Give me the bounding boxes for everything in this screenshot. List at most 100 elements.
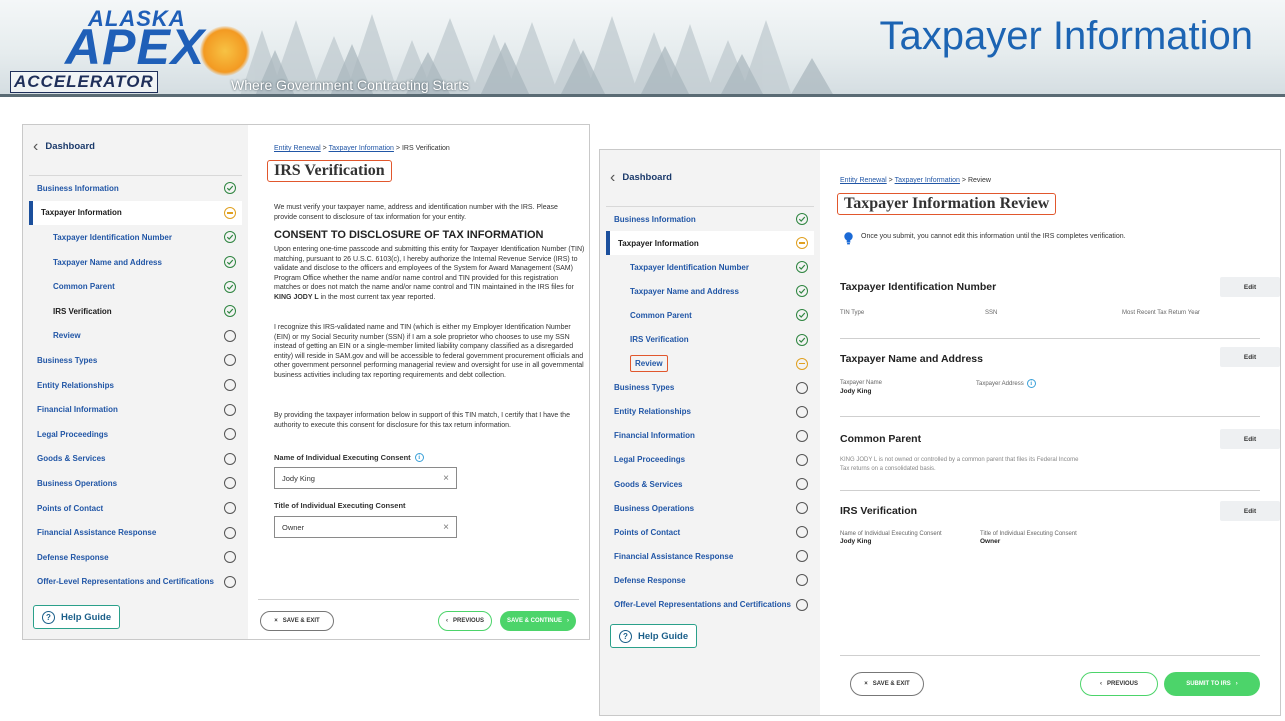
sidebar-item-irs-verification[interactable]: IRS Verification: [606, 327, 814, 351]
irs-consent-title-label: Title of Individual Executing Consent: [980, 531, 1077, 537]
left-main-content: Entity Renewal > Taxpayer Information > …: [248, 125, 589, 639]
irs-consent-name-value: Jody King: [840, 538, 872, 545]
sidebar-item-taxpayer-information[interactable]: Taxpayer Information: [606, 231, 814, 256]
consent-paragraph-2: I recognize this IRS-validated name and …: [274, 324, 584, 379]
empty-circle-icon: [224, 526, 236, 539]
sidebar-item-goods-services[interactable]: Goods & Services: [29, 447, 242, 472]
sidebar-item-offer-level-representations-and-certifications[interactable]: Offer-Level Representations and Certific…: [29, 570, 242, 595]
clear-icon[interactable]: ×: [443, 522, 449, 533]
consent-name-input[interactable]: Jody King ×: [274, 467, 457, 489]
irs-verification-heading: IRS Verification: [840, 505, 918, 517]
page-title: IRS Verification: [267, 160, 392, 182]
save-exit-label: SAVE & EXIT: [872, 681, 910, 687]
submit-to-irs-button[interactable]: SUBMIT TO IRS ›: [1164, 672, 1260, 696]
sidebar-item-legal-proceedings[interactable]: Legal Proceedings: [29, 422, 242, 447]
right-main-content: Entity Renewal > Taxpayer Information > …: [820, 150, 1280, 715]
sidebar-item-business-information[interactable]: Business Information: [606, 207, 814, 231]
check-circle-icon: [224, 256, 236, 269]
clear-icon[interactable]: ×: [443, 473, 449, 484]
previous-button[interactable]: ‹ PREVIOUS: [1080, 672, 1158, 696]
sidebar-item-defense-response[interactable]: Defense Response: [606, 568, 814, 592]
sidebar-item-financial-assistance-response[interactable]: Financial Assistance Response: [29, 520, 242, 545]
edit-name-address-button[interactable]: Edit: [1220, 347, 1280, 367]
sidebar-item-label: Financial Assistance Response: [37, 528, 157, 538]
sidebar-item-label: Common Parent: [630, 310, 692, 320]
tin-section-heading: Taxpayer Identification Number: [840, 281, 997, 293]
sidebar-item-taxpayer-information[interactable]: Taxpayer Information: [29, 200, 242, 226]
sidebar-item-common-parent[interactable]: Common Parent: [29, 274, 242, 299]
dashboard-back-link[interactable]: ‹ Dashboard: [33, 138, 95, 154]
edit-irs-verification-button[interactable]: Edit: [1220, 501, 1280, 521]
sidebar-item-points-of-contact[interactable]: Points of Contact: [29, 496, 242, 521]
consent-text: Upon entering one-time passcode and subm…: [274, 246, 585, 292]
submit-notice: Once you submit, you cannot edit this in…: [844, 232, 1154, 245]
breadcrumb-taxpayer-information[interactable]: Taxpayer Information: [895, 177, 960, 184]
chevron-left-icon: ‹: [445, 618, 448, 624]
tin-type-label: TIN Type: [840, 310, 865, 316]
taxpayer-review-screenshot: ‹ Dashboard Business Information Taxpayer…: [599, 149, 1281, 716]
dashboard-back-link[interactable]: ‹ Dashboard: [610, 169, 672, 185]
apex-accelerator-logo: ALASKA APEX ACCELERATOR: [10, 6, 250, 93]
logo-apex-text: APEX: [65, 19, 206, 75]
empty-circle-icon: [224, 551, 236, 564]
sidebar-item-business-operations[interactable]: Business Operations: [606, 496, 814, 520]
footer-divider: [840, 655, 1260, 656]
sidebar-item-financial-information[interactable]: Financial Information: [606, 424, 814, 448]
sidebar-item-review[interactable]: Review: [29, 324, 242, 349]
save-continue-button[interactable]: SAVE & CONTINUE ›: [500, 611, 576, 631]
help-guide-button[interactable]: ? Help Guide: [33, 605, 121, 629]
breadcrumb-current: Review: [967, 177, 991, 184]
sidebar-item-taxpayer-identification-number[interactable]: Taxpayer Identification Number: [606, 255, 814, 279]
edit-tin-button[interactable]: Edit: [1220, 277, 1280, 297]
sidebar-item-label: Financial Assistance Response: [614, 551, 734, 561]
sidebar-item-entity-relationships[interactable]: Entity Relationships: [29, 373, 242, 398]
info-icon[interactable]: i: [414, 453, 424, 462]
close-icon: ×: [864, 681, 868, 687]
sidebar-item-taxpayer-name-and-address[interactable]: Taxpayer Name and Address: [29, 250, 242, 275]
previous-button[interactable]: ‹ PREVIOUS: [438, 611, 492, 631]
info-icon[interactable]: i: [1026, 379, 1036, 388]
sidebar-item-business-types[interactable]: Business Types: [29, 348, 242, 373]
sidebar-item-business-information[interactable]: Business Information: [29, 176, 242, 201]
sidebar-item-points-of-contact[interactable]: Points of Contact: [606, 520, 814, 544]
breadcrumb-entity-renewal[interactable]: Entity Renewal: [274, 145, 321, 152]
intro-text: We must verify your taxpayer name, addre…: [274, 204, 558, 221]
sidebar-item-financial-assistance-response[interactable]: Financial Assistance Response: [606, 544, 814, 568]
breadcrumb-separator: >: [322, 145, 327, 152]
save-exit-button[interactable]: × SAVE & EXIT: [260, 611, 334, 631]
empty-circle-icon: [224, 354, 236, 367]
sidebar-item-business-operations[interactable]: Business Operations: [29, 471, 242, 496]
sidebar-item-financial-information[interactable]: Financial Information: [29, 397, 242, 422]
sidebar-item-goods-services[interactable]: Goods & Services: [606, 472, 814, 496]
taxpayer-name-value: Jody King: [840, 388, 872, 395]
sidebar-item-irs-verification[interactable]: IRS Verification: [29, 299, 242, 324]
check-circle-icon: [796, 261, 808, 274]
banner-divider: [0, 94, 1285, 97]
previous-label: PREVIOUS: [1106, 681, 1138, 687]
dashboard-label: Dashboard: [622, 172, 672, 183]
sidebar-item-entity-relationships[interactable]: Entity Relationships: [606, 400, 814, 424]
breadcrumb-taxpayer-information[interactable]: Taxpayer Information: [329, 145, 394, 152]
help-guide-button[interactable]: ? Help Guide: [610, 624, 698, 648]
save-exit-button[interactable]: × SAVE & EXIT: [850, 672, 924, 696]
sidebar-item-legal-proceedings[interactable]: Legal Proceedings: [606, 448, 814, 472]
sidebar-item-review[interactable]: Review: [606, 352, 814, 376]
breadcrumb-entity-renewal[interactable]: Entity Renewal: [840, 177, 887, 184]
save-continue-label: SAVE & CONTINUE: [507, 618, 562, 624]
sidebar-item-taxpayer-name-and-address[interactable]: Taxpayer Name and Address: [606, 279, 814, 303]
sidebar-item-taxpayer-identification-number[interactable]: Taxpayer Identification Number: [29, 225, 242, 250]
common-parent-heading: Common Parent: [840, 433, 922, 445]
edit-common-parent-button[interactable]: Edit: [1220, 429, 1280, 449]
sidebar-item-common-parent[interactable]: Common Parent: [606, 303, 814, 327]
right-nav-list: Business Information Taxpayer Information…: [606, 206, 814, 617]
sidebar-item-offer-level-representations-and-certifications[interactable]: Offer-Level Representations and Certific…: [606, 593, 814, 617]
sidebar-item-label: Business Operations: [37, 478, 118, 488]
page-title: Taxpayer Information Review: [837, 193, 1057, 215]
sidebar-item-label: Entity Relationships: [37, 380, 114, 390]
sidebar-item-defense-response[interactable]: Defense Response: [29, 545, 242, 570]
consent-name-label-text: Name of Individual Executing Consent: [274, 453, 411, 462]
irs-verification-screenshot: ‹ Dashboard Business Information Taxpayer…: [22, 124, 590, 640]
consent-title-input[interactable]: Owner ×: [274, 516, 457, 538]
sidebar-item-label: Points of Contact: [37, 503, 104, 513]
sidebar-item-business-types[interactable]: Business Types: [606, 376, 814, 400]
